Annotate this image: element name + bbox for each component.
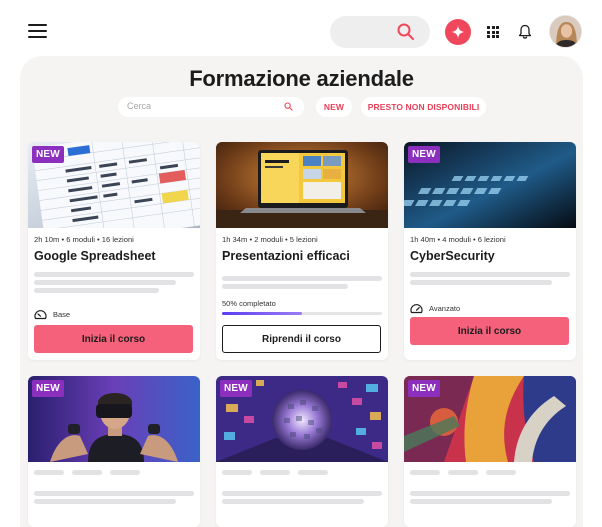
description-placeholder-line — [34, 491, 194, 496]
course-search-input[interactable]: Cerca — [118, 97, 304, 117]
top-search-field[interactable] — [330, 16, 430, 48]
description-placeholder-line — [410, 272, 570, 277]
course-card[interactable]: NEW — [28, 376, 200, 527]
course-progress-bar — [222, 312, 382, 315]
course-meta: 1h 34m • 2 moduli • 5 lezioni — [222, 235, 318, 244]
course-title: CyberSecurity — [410, 249, 495, 263]
course-card[interactable]: NEW — [216, 376, 388, 527]
resume-course-button[interactable]: Riprendi il corso — [222, 325, 381, 353]
ai-assistant-button[interactable] — [445, 19, 471, 45]
description-placeholder-line — [34, 288, 159, 293]
meta-placeholder-line — [298, 470, 328, 475]
description-placeholder-line — [222, 499, 364, 504]
top-bar — [0, 0, 602, 62]
bell-icon[interactable] — [518, 24, 532, 40]
start-course-button[interactable]: Inizia il corso — [410, 317, 569, 345]
course-meta: 1h 40m • 4 moduli • 6 lezioni — [410, 235, 506, 244]
page-title: Formazione aziendale — [189, 66, 414, 91]
start-course-button[interactable]: Inizia il corso — [34, 325, 193, 353]
meta-placeholder-line — [410, 470, 440, 475]
apps-grid-icon[interactable] — [487, 26, 499, 38]
course-level-label: Base — [53, 310, 71, 319]
new-badge: NEW — [220, 380, 252, 397]
search-placeholder: Cerca — [127, 101, 152, 111]
sparkle-icon — [451, 25, 465, 39]
meta-placeholder-line — [260, 470, 290, 475]
course-card[interactable]: NEW — [404, 376, 576, 527]
meta-placeholder-line — [222, 470, 252, 475]
course-card-cybersecurity[interactable]: NEW 1h 40m • 4 moduli • 6 lezioni CyberS… — [404, 142, 576, 360]
course-progress-fill — [222, 312, 302, 315]
description-placeholder-line — [222, 276, 382, 281]
course-thumbnail: NEW — [216, 376, 388, 462]
description-placeholder-line — [410, 491, 570, 496]
meta-placeholder-line — [110, 470, 140, 475]
meta-placeholder-line — [72, 470, 102, 475]
search-icon[interactable] — [284, 102, 293, 111]
course-card-google-spreadsheet[interactable]: NEW 2h 10m • 6 moduli • 16 lezioni Googl… — [28, 142, 200, 360]
description-placeholder-line — [222, 491, 382, 496]
course-level: Avanzato — [410, 303, 460, 314]
search-icon[interactable] — [396, 22, 416, 42]
new-badge: NEW — [32, 380, 64, 397]
meta-placeholder-line — [448, 470, 478, 475]
course-thumbnail: NEW — [28, 142, 200, 228]
progress-label: 50% completato — [222, 299, 276, 308]
filter-chip-new[interactable]: NEW — [316, 97, 352, 117]
avatar-image — [550, 16, 581, 47]
hamburger-menu-icon[interactable] — [28, 24, 47, 39]
new-badge: NEW — [408, 146, 440, 163]
new-badge: NEW — [408, 380, 440, 397]
course-thumbnail: NEW — [28, 376, 200, 462]
gauge-icon — [34, 310, 47, 320]
description-placeholder-line — [34, 499, 176, 504]
meta-placeholder-line — [486, 470, 516, 475]
courses-panel: Formazione aziendale Cerca NEW PRESTO NO… — [20, 56, 583, 527]
new-badge: NEW — [32, 146, 64, 163]
course-level-label: Avanzato — [429, 304, 461, 313]
filter-chip-soon-unavailable[interactable]: PRESTO NON DISPONIBILI — [361, 97, 486, 117]
course-thumbnail: NEW — [404, 376, 576, 462]
description-placeholder-line — [222, 284, 348, 289]
course-meta: 2h 10m • 6 moduli • 16 lezioni — [34, 235, 134, 244]
description-placeholder-line — [34, 280, 176, 285]
course-level: Base — [34, 309, 70, 320]
course-title: Google Spreadsheet — [34, 249, 156, 263]
course-card-presentazioni-efficaci[interactable]: 1h 34m • 2 moduli • 5 lezioni Presentazi… — [216, 142, 388, 360]
user-avatar[interactable] — [549, 15, 582, 48]
gauge-icon — [410, 304, 423, 314]
course-thumbnail: NEW — [404, 142, 576, 228]
course-title: Presentazioni efficaci — [222, 249, 350, 263]
description-placeholder-line — [410, 280, 552, 285]
course-thumbnail — [216, 142, 388, 228]
description-placeholder-line — [410, 499, 552, 504]
description-placeholder-line — [34, 272, 194, 277]
meta-placeholder-line — [34, 470, 64, 475]
